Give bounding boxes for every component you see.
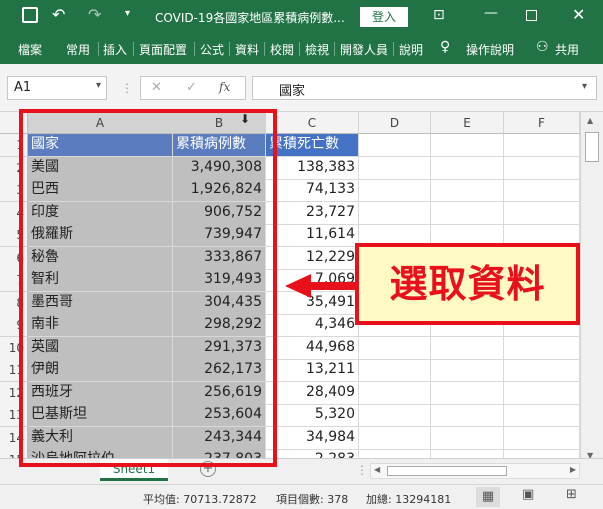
person-icon[interactable]: ⚇	[536, 39, 549, 55]
save-icon[interactable]	[22, 7, 38, 23]
formula-buttons: ✕ ✓ fx	[140, 76, 246, 100]
empty-cell[interactable]	[431, 157, 504, 180]
empty-cell[interactable]	[504, 404, 580, 427]
table-cell-deaths[interactable]: 23,727	[266, 202, 359, 225]
empty-cell[interactable]	[359, 404, 431, 427]
column-header-c[interactable]: C	[266, 112, 359, 134]
table-cell-deaths[interactable]: 12,229	[266, 247, 359, 270]
empty-cell[interactable]	[431, 179, 504, 202]
redo-icon[interactable]: ↷	[88, 5, 101, 24]
formula-input[interactable]: 國家	[252, 76, 597, 100]
empty-cell[interactable]	[359, 179, 431, 202]
empty-cell[interactable]	[431, 427, 504, 450]
status-sum: 加總: 13294181	[366, 493, 452, 506]
insert-function-icon[interactable]: fx	[219, 80, 230, 94]
title-bar: ↶ ↷ ▾ COVID-19各國家地區累積病例數... 登入 ⊡ — ✕	[0, 0, 603, 34]
customize-qat-icon[interactable]: ▾	[125, 8, 130, 19]
share-button[interactable]: 共用	[555, 41, 579, 58]
page-layout-view-icon[interactable]: ▣	[522, 487, 534, 502]
tab-data[interactable]: 資料	[235, 41, 259, 58]
scroll-right-icon[interactable]: ▶	[570, 465, 576, 474]
table-cell-deaths[interactable]: 34,984	[266, 427, 359, 450]
column-header-d[interactable]: D	[359, 112, 431, 134]
tab-home[interactable]: 常用	[66, 41, 90, 58]
tab-review[interactable]: 校閱	[270, 41, 294, 58]
lightbulb-icon: ♀	[440, 39, 451, 55]
empty-cell[interactable]	[359, 427, 431, 450]
empty-cell[interactable]	[504, 427, 580, 450]
page-break-view-icon[interactable]: ⊞	[566, 487, 577, 502]
status-count: 項目個數: 378	[276, 493, 349, 506]
empty-cell[interactable]	[359, 134, 431, 157]
table-cell-deaths[interactable]: 138,383	[266, 157, 359, 180]
undo-icon[interactable]: ↶	[52, 5, 65, 24]
empty-cell[interactable]	[431, 337, 504, 360]
empty-cell[interactable]	[431, 202, 504, 225]
empty-cell[interactable]	[504, 337, 580, 360]
status-bar: 平均值: 70713.72872 項目個數: 378 加總: 13294181 …	[0, 484, 603, 509]
scroll-left-icon[interactable]: ◀	[374, 465, 380, 474]
empty-cell[interactable]	[431, 404, 504, 427]
table-cell-deaths[interactable]: 累積死亡數	[266, 134, 359, 157]
empty-cell[interactable]	[359, 157, 431, 180]
more-icon: ⋮	[121, 81, 133, 95]
table-cell-deaths[interactable]: 13,211	[266, 359, 359, 382]
close-icon[interactable]: ✕	[572, 5, 585, 24]
table-cell-deaths[interactable]: 11,614	[266, 224, 359, 247]
empty-cell[interactable]	[431, 134, 504, 157]
status-average: 平均值: 70713.72872	[143, 493, 257, 506]
chevron-down-icon[interactable]: ▾	[96, 80, 101, 91]
callout-arrow-icon	[285, 274, 360, 298]
tell-me-box[interactable]: 操作說明	[466, 41, 514, 58]
formula-bar-area: A1 ▾ ⋮ ✕ ✓ fx 國家 ▾	[0, 64, 603, 112]
document-title: COVID-19各國家地區累積病例數...	[155, 11, 345, 25]
hscroll-thumb[interactable]	[387, 466, 507, 476]
column-header-e[interactable]: E	[431, 112, 504, 134]
tab-insert[interactable]: 插入	[103, 41, 127, 58]
tab-view[interactable]: 檢視	[305, 41, 329, 58]
empty-cell[interactable]	[431, 359, 504, 382]
table-cell-deaths[interactable]: 28,409	[266, 382, 359, 405]
minimize-icon[interactable]: —	[484, 5, 498, 21]
ribbon-display-icon[interactable]: ⊡	[433, 7, 445, 23]
tab-help[interactable]: 說明	[399, 41, 423, 58]
empty-cell[interactable]	[504, 179, 580, 202]
tab-formulas[interactable]: 公式	[200, 41, 224, 58]
empty-cell[interactable]	[504, 202, 580, 225]
scroll-up-icon[interactable]: ▲	[587, 116, 593, 125]
empty-cell[interactable]	[359, 359, 431, 382]
table-cell-deaths[interactable]: 4,346	[266, 314, 359, 337]
vertical-scrollbar[interactable]: ▲ ▼	[580, 112, 603, 464]
normal-view-icon[interactable]: ▦	[476, 487, 500, 507]
name-box[interactable]: A1 ▾	[7, 76, 107, 100]
selection-highlight-box	[19, 109, 277, 467]
maximize-icon[interactable]	[526, 10, 537, 21]
tab-file[interactable]: 檔案	[18, 41, 42, 58]
ribbon-tabs: 檔案 常用 插入 頁面配置 公式 資料 校閱 檢視 開發人員 說明 ♀ 操作說明…	[0, 34, 603, 64]
empty-cell[interactable]	[359, 202, 431, 225]
empty-cell[interactable]	[504, 359, 580, 382]
enter-icon[interactable]: ✓	[186, 80, 197, 95]
tab-developer[interactable]: 開發人員	[340, 41, 388, 58]
empty-cell[interactable]	[504, 134, 580, 157]
expand-formula-bar-icon[interactable]: ▾	[582, 81, 587, 92]
select-data-callout: 選取資料	[355, 243, 580, 325]
empty-cell[interactable]	[359, 382, 431, 405]
column-header-f[interactable]: F	[504, 112, 580, 134]
table-cell-deaths[interactable]: 44,968	[266, 337, 359, 360]
cancel-icon[interactable]: ✕	[151, 80, 162, 95]
horizontal-scrollbar[interactable]: ◀ ▶	[370, 463, 580, 479]
empty-cell[interactable]	[359, 337, 431, 360]
more-icon: ⋮	[356, 463, 368, 477]
scroll-thumb[interactable]	[585, 132, 599, 162]
empty-cell[interactable]	[504, 382, 580, 405]
table-cell-deaths[interactable]: 74,133	[266, 179, 359, 202]
empty-cell[interactable]	[504, 157, 580, 180]
tab-page-layout[interactable]: 頁面配置	[139, 41, 187, 58]
empty-cell[interactable]	[431, 382, 504, 405]
table-cell-deaths[interactable]: 5,320	[266, 404, 359, 427]
login-button[interactable]: 登入	[360, 7, 408, 27]
